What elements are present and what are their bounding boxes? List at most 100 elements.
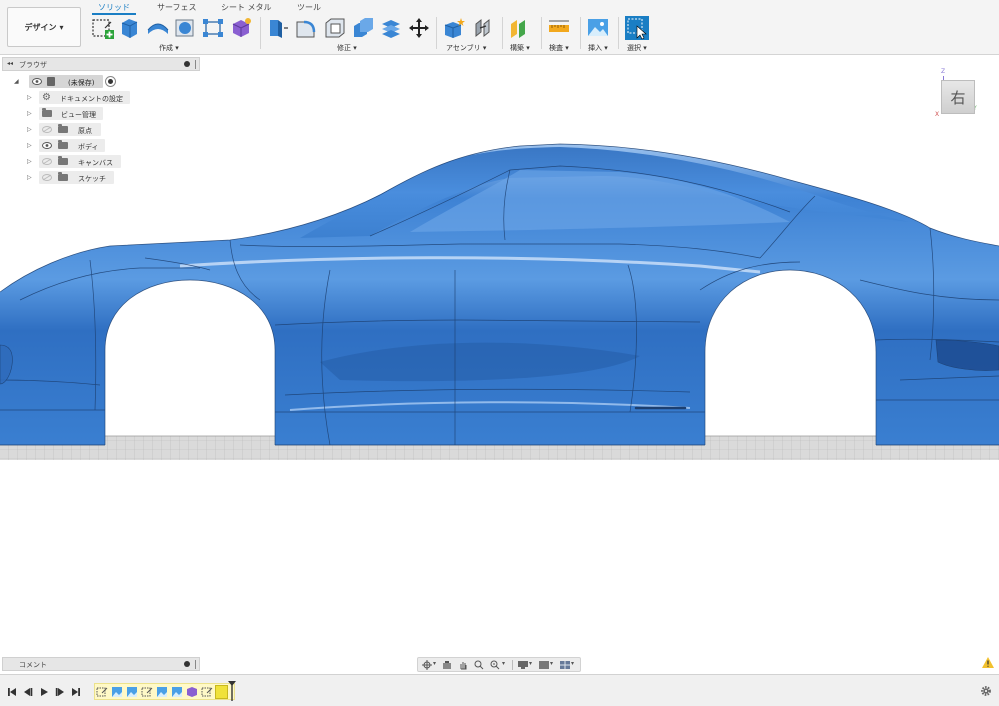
expand-right-icon[interactable]: ▷ — [27, 142, 32, 149]
pin-icon[interactable] — [184, 61, 190, 67]
measure-icon[interactable] — [547, 16, 571, 40]
fillet-icon[interactable] — [294, 16, 318, 40]
browser-item-bodies[interactable]: ▷ ボディ — [2, 139, 200, 153]
group-select-label[interactable]: 選択 ▾ — [627, 43, 647, 53]
group-inspect-label[interactable]: 検査 ▾ — [549, 43, 569, 53]
timeline-canvas-icon[interactable] — [156, 686, 168, 698]
eye-hidden-icon[interactable] — [42, 174, 52, 181]
warning-icon[interactable] — [982, 657, 994, 668]
zoom-icon[interactable] — [474, 660, 484, 670]
tab-sheet-metal[interactable]: シート メタル — [221, 2, 272, 13]
insert-image-icon[interactable] — [586, 16, 610, 40]
grid-snap-icon[interactable] — [539, 660, 549, 670]
press-pull-icon[interactable] — [266, 16, 290, 40]
form-icon[interactable] — [229, 16, 253, 40]
gear-icon: ⚙ — [42, 92, 51, 103]
toolbar-separator — [260, 17, 261, 49]
pan-icon[interactable] — [458, 660, 468, 670]
go-to-end-icon[interactable] — [71, 687, 81, 697]
group-assemble-label[interactable]: アセンブリ ▾ — [446, 43, 486, 53]
display-settings-icon[interactable] — [518, 660, 528, 670]
grid-dropdown-icon[interactable]: ▾ — [550, 660, 553, 667]
step-back-icon[interactable] — [23, 687, 33, 697]
orbit-icon[interactable] — [422, 660, 432, 670]
step-forward-icon[interactable] — [55, 687, 65, 697]
add-comment-icon[interactable] — [184, 661, 190, 667]
joint-icon[interactable] — [472, 16, 496, 40]
revolve-icon[interactable] — [173, 16, 197, 40]
create-sketch-icon[interactable] — [91, 16, 115, 40]
expand-right-icon[interactable]: ▷ — [27, 174, 32, 181]
move-icon[interactable] — [407, 16, 431, 40]
timeline-canvas-icon[interactable] — [171, 686, 183, 698]
new-component-icon[interactable] — [442, 16, 466, 40]
viewports-dropdown-icon[interactable]: ▾ — [571, 660, 574, 667]
collapse-icon[interactable]: ◂◂ — [7, 60, 13, 67]
expand-right-icon[interactable]: ▷ — [27, 94, 32, 101]
eye-hidden-icon[interactable] — [42, 126, 52, 133]
eye-icon[interactable] — [32, 78, 42, 85]
browser-item-origin[interactable]: ▷ 原点 — [2, 123, 200, 137]
eye-hidden-icon[interactable] — [42, 158, 52, 165]
box-icon[interactable] — [117, 16, 141, 40]
shell-icon[interactable] — [323, 16, 347, 40]
viewports-icon[interactable] — [560, 660, 570, 670]
combine-icon[interactable] — [351, 16, 375, 40]
timeline-marker[interactable] — [228, 681, 236, 701]
fit-icon[interactable] — [490, 660, 500, 670]
browser-item-document-settings[interactable]: ▷ ⚙ ドキュメントの設定 — [2, 91, 200, 105]
go-to-start-icon[interactable] — [7, 687, 17, 697]
workspace-label: デザイン — [24, 22, 57, 32]
play-icon[interactable] — [39, 687, 49, 697]
timeline-form-icon[interactable] — [186, 686, 198, 698]
timeline-canvas-icon[interactable] — [111, 686, 123, 698]
timeline-current-feature[interactable] — [215, 685, 228, 699]
orbit-dropdown-icon[interactable]: ▾ — [433, 660, 436, 667]
toolbar-separator — [436, 17, 437, 49]
timeline-sketch-icon[interactable] — [141, 686, 153, 698]
rectangle-pattern-icon[interactable] — [201, 16, 225, 40]
browser-header[interactable]: ◂◂ ブラウザ — [2, 57, 200, 71]
viewcube-face-right[interactable]: 右 — [941, 80, 975, 114]
activate-radio[interactable] — [105, 76, 116, 87]
expand-right-icon[interactable]: ▷ — [27, 110, 32, 117]
expand-down-icon[interactable]: ◢ — [14, 78, 19, 85]
tab-surface[interactable]: サーフェス — [157, 2, 197, 13]
workspace-switcher[interactable]: デザイン ▾ — [7, 7, 81, 47]
panel-grip-icon[interactable] — [195, 60, 197, 69]
select-icon[interactable] — [625, 16, 649, 40]
panel-grip-icon[interactable] — [195, 660, 197, 669]
toolbar-separator — [580, 17, 581, 49]
tab-solid[interactable]: ソリッド — [98, 2, 130, 13]
timeline-track[interactable] — [94, 681, 236, 701]
tab-tools[interactable]: ツール — [297, 2, 321, 13]
zoom-dropdown-icon[interactable]: ▾ — [502, 660, 505, 667]
expand-right-icon[interactable]: ▷ — [27, 158, 32, 165]
timeline-settings-gear-icon[interactable] — [980, 685, 992, 697]
group-construct-label[interactable]: 構築 ▾ — [510, 43, 530, 53]
offset-plane-icon[interactable] — [507, 16, 531, 40]
comments-title: コメント — [19, 661, 47, 669]
eye-icon[interactable] — [42, 142, 52, 149]
expand-right-icon[interactable]: ▷ — [27, 126, 32, 133]
look-at-icon[interactable] — [442, 660, 452, 670]
browser-item-canvases[interactable]: ▷ キャンバス — [2, 155, 200, 169]
browser-item-sketches[interactable]: ▷ スケッチ — [2, 171, 200, 185]
timeline-canvas-icon[interactable] — [126, 686, 138, 698]
group-insert-label[interactable]: 挿入 ▾ — [588, 43, 608, 53]
replace-face-icon[interactable] — [379, 16, 403, 40]
extrude-icon[interactable] — [146, 16, 170, 40]
toolbar-separator — [541, 17, 542, 49]
viewcube[interactable]: Z Y X 右 — [935, 68, 985, 120]
group-modify-label[interactable]: 修正 ▾ — [337, 43, 357, 53]
browser-root-node[interactable]: ◢ (未保存) — [2, 75, 200, 89]
timeline-sketch-icon[interactable] — [96, 686, 108, 698]
root-label: (未保存) — [68, 79, 95, 87]
comments-panel[interactable]: コメント — [2, 657, 200, 671]
timeline-sketch-icon[interactable] — [201, 686, 213, 698]
group-create-label[interactable]: 作成 ▾ — [159, 43, 179, 53]
display-dropdown-icon[interactable]: ▾ — [529, 660, 532, 667]
browser-item-label: キャンバス — [78, 159, 113, 167]
browser-item-named-views[interactable]: ▷ ビュー管理 — [2, 107, 200, 121]
car-body[interactable] — [0, 143, 999, 446]
